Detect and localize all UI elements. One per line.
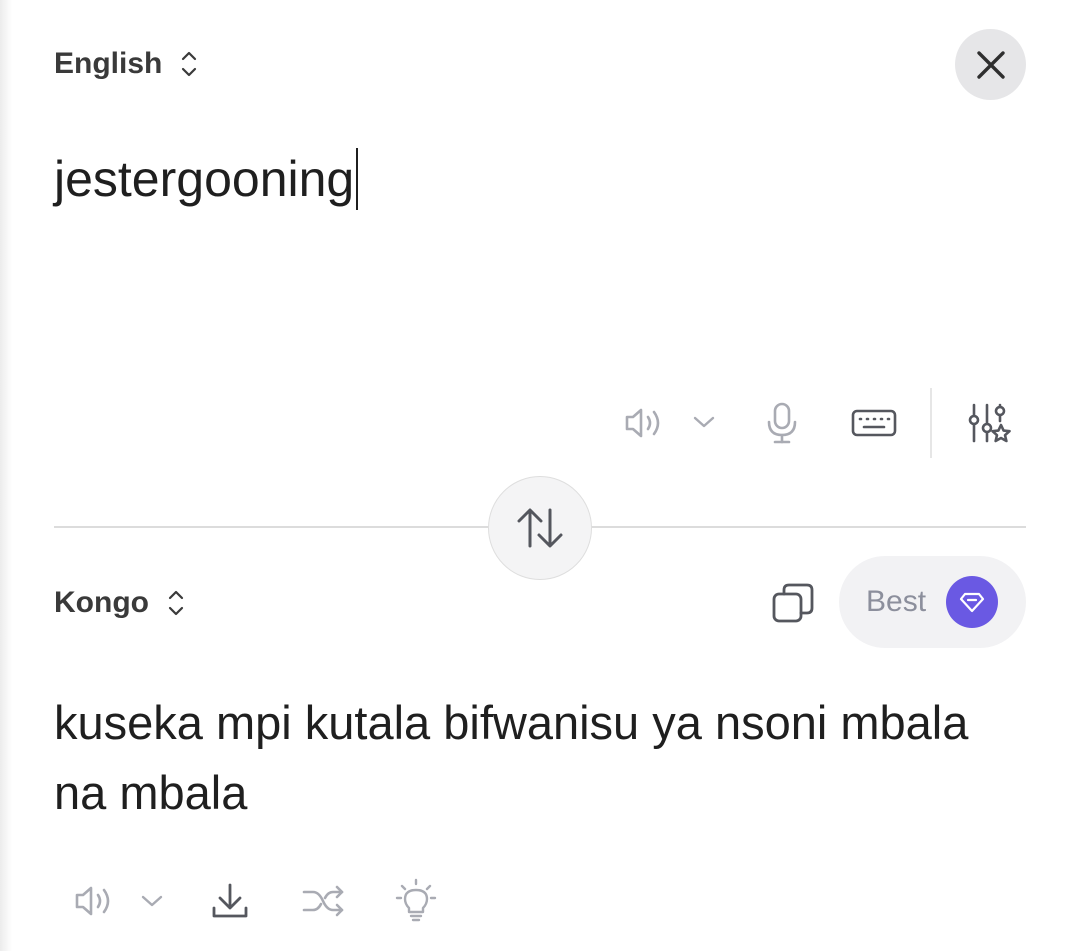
quality-mode-button[interactable]: Best [839, 556, 1026, 648]
translation-settings-button[interactable] [966, 401, 1012, 447]
keyboard-button[interactable] [850, 405, 898, 441]
close-icon [976, 50, 1005, 79]
copy-icon [772, 583, 814, 623]
keyboard-icon [851, 409, 897, 437]
toolbar-divider [930, 388, 932, 458]
speaker-icon [625, 408, 660, 438]
microphone-icon [767, 402, 797, 444]
source-language-select[interactable]: English [54, 45, 198, 83]
chevron-down-icon [693, 416, 715, 428]
target-language-label: Kongo [54, 586, 149, 619]
shuffle-icon [302, 885, 344, 917]
download-icon [212, 883, 248, 918]
microphone-button[interactable] [760, 400, 804, 446]
text-caret [356, 148, 359, 210]
updown-chevron-icon [167, 588, 185, 618]
quality-mode-label: Best [866, 585, 927, 618]
alternatives-button[interactable] [300, 880, 348, 922]
source-voice-dropdown[interactable] [690, 410, 718, 434]
premium-badge [946, 576, 998, 628]
target-language-select[interactable]: Kongo [54, 584, 185, 622]
lightbulb-icon [395, 878, 437, 922]
swap-languages-button[interactable] [488, 476, 592, 580]
source-speak-button[interactable] [620, 402, 666, 444]
left-edge-shadow [0, 0, 12, 951]
source-text-input[interactable]: jestergooning [54, 148, 359, 210]
explain-button[interactable] [394, 877, 438, 923]
download-button[interactable] [208, 879, 252, 923]
speaker-icon [75, 886, 110, 916]
target-voice-dropdown[interactable] [138, 889, 166, 913]
gem-icon [959, 592, 985, 613]
translation-output: kuseka mpi kutala bifwanisu ya nsoni mba… [54, 696, 969, 819]
close-button[interactable] [955, 29, 1026, 100]
updown-chevron-icon [180, 49, 198, 79]
copy-button[interactable] [770, 580, 816, 626]
chevron-down-icon [141, 895, 163, 907]
sliders-star-icon [968, 403, 1011, 443]
target-speak-button[interactable] [70, 880, 116, 922]
source-text-value: jestergooning [54, 151, 355, 207]
swap-arrows-icon [517, 508, 563, 548]
source-language-label: English [54, 47, 163, 80]
